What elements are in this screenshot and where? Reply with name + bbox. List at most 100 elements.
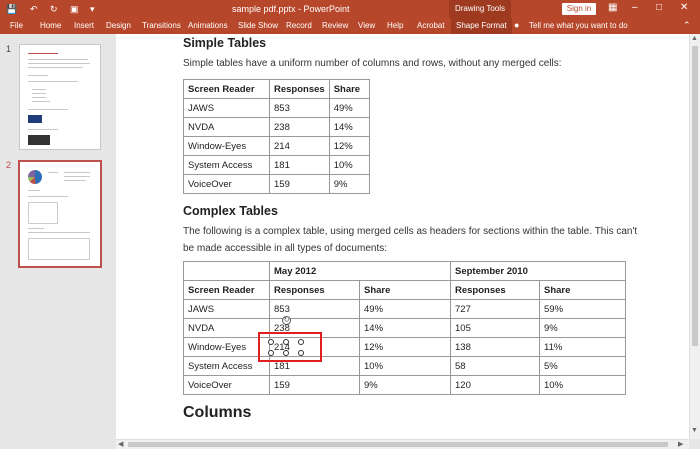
table-cell: JAWS — [183, 98, 270, 118]
table-cell: 9% — [539, 318, 626, 338]
complex-tables-heading: Complex Tables — [183, 204, 278, 218]
simple-table[interactable]: Screen Reader Responses Share JAWS 853 4… — [183, 79, 370, 194]
tab-acrobat[interactable]: Acrobat — [417, 21, 445, 30]
slide-editing-area[interactable]: Simple Tables Simple tables have a unifo… — [116, 34, 700, 439]
save-icon[interactable]: 💾 — [6, 3, 17, 15]
maximize-icon[interactable]: □ — [656, 2, 662, 13]
collapse-ribbon-icon[interactable]: ⌃ — [683, 20, 691, 31]
table-row: NVDA 238 14% 105 9% — [183, 318, 626, 338]
table-cell: 59% — [539, 299, 626, 319]
tab-shape-format[interactable]: Shape Format — [451, 18, 512, 34]
table-cell: 181 — [269, 155, 330, 175]
tab-animations[interactable]: Animations — [188, 21, 228, 30]
slide-canvas[interactable]: Simple Tables Simple tables have a unifo… — [116, 34, 689, 439]
drawing-tools-label: Drawing Tools — [449, 0, 511, 18]
table-header-cell: Responses — [450, 280, 540, 300]
slide-thumbnail-1[interactable] — [19, 44, 101, 150]
tab-review[interactable]: Review — [322, 21, 348, 30]
scrollbar-thumb[interactable] — [128, 442, 668, 447]
table-group-header-cell: May 2012 — [269, 261, 451, 281]
scroll-up-icon[interactable]: ▲ — [691, 35, 698, 42]
table-cell: Window-Eyes — [183, 136, 270, 156]
table-cell: 9% — [359, 375, 451, 395]
table-header-cell: Share — [328, 79, 370, 99]
table-cell: 10% — [328, 155, 370, 175]
table-cell: 58 — [450, 356, 540, 376]
rotate-handle-icon[interactable]: ↻ — [282, 316, 291, 325]
table-cell: 49% — [359, 299, 451, 319]
window-title: sample pdf.pptx - PowerPoint — [232, 4, 350, 14]
table-cell: System Access — [183, 155, 270, 175]
sign-in-button[interactable]: Sign in — [562, 3, 596, 15]
customize-toolbar-icon[interactable]: ▾ — [90, 3, 95, 15]
table-cell: 10% — [359, 356, 451, 376]
ribbon-display-options-icon[interactable]: ▦ — [608, 2, 617, 13]
table-row: JAWS 853 49% 727 59% — [183, 299, 626, 319]
table-cell: System Access — [183, 356, 270, 376]
resize-handle[interactable] — [283, 339, 289, 345]
tab-slide-show[interactable]: Slide Show — [238, 21, 278, 30]
columns-heading: Columns — [183, 404, 252, 421]
table-cell: NVDA — [183, 318, 270, 338]
tab-design[interactable]: Design — [106, 21, 131, 30]
table-cell: 12% — [328, 136, 370, 156]
tab-file[interactable]: File — [10, 21, 23, 30]
table-header-cell: Responses — [269, 280, 360, 300]
table-cell: 14% — [359, 318, 451, 338]
table-cell: Window-Eyes — [183, 337, 270, 357]
complex-tables-paragraph-line2: be made accessible in all types of docum… — [183, 243, 387, 254]
resize-handle[interactable] — [268, 350, 274, 356]
slide-thumbnail-pane: 1 2 — [0, 34, 115, 449]
table-cell: 9% — [328, 174, 370, 194]
table-header-row: Screen Reader Responses Share Responses … — [183, 280, 626, 300]
table-cell: 159 — [269, 174, 330, 194]
table-cell: 10% — [539, 375, 626, 395]
tab-home[interactable]: Home — [40, 21, 61, 30]
table-row: NVDA 238 14% — [183, 117, 370, 137]
redo-icon[interactable]: ↻ — [50, 3, 58, 15]
table-cell: 214 — [269, 136, 330, 156]
scroll-right-icon[interactable]: ▶ — [678, 440, 683, 448]
table-row: System Access 181 10% — [183, 155, 370, 175]
undo-icon[interactable]: ↶ — [30, 3, 38, 15]
table-cell: 5% — [539, 356, 626, 376]
table-row: Window-Eyes 214 12% — [183, 136, 370, 156]
table-cell: 853 — [269, 98, 330, 118]
scrollbar-thumb[interactable] — [692, 46, 698, 346]
minimize-icon[interactable]: – — [632, 2, 638, 13]
resize-handle[interactable] — [283, 350, 289, 356]
slide-thumbnail-2[interactable] — [18, 160, 102, 268]
tab-insert[interactable]: Insert — [74, 21, 94, 30]
tab-transitions[interactable]: Transitions — [142, 21, 181, 30]
tell-me-search[interactable]: Tell me what you want to do — [529, 21, 628, 30]
complex-tables-paragraph-line1: The following is a complex table, using … — [183, 226, 638, 237]
scroll-down-icon[interactable]: ▼ — [691, 427, 698, 434]
table-cell: 11% — [539, 337, 626, 357]
table-cell: JAWS — [183, 299, 270, 319]
table-header-row: Screen Reader Responses Share — [183, 79, 370, 99]
scroll-left-icon[interactable]: ◀ — [118, 440, 123, 448]
table-cell: 238 — [269, 117, 330, 137]
resize-handle[interactable] — [298, 350, 304, 356]
simple-tables-paragraph: Simple tables have a uniform number of c… — [183, 58, 562, 69]
table-cell: 727 — [450, 299, 540, 319]
close-icon[interactable]: ✕ — [680, 2, 688, 13]
table-group-header-cell: September 2010 — [450, 261, 626, 281]
horizontal-scrollbar[interactable]: ◀ ▶ — [116, 439, 689, 449]
tab-help[interactable]: Help — [387, 21, 403, 30]
resize-handle[interactable] — [298, 339, 304, 345]
tab-record[interactable]: Record — [286, 21, 312, 30]
start-from-beginning-icon[interactable]: ▣ — [70, 3, 79, 15]
table-cell: NVDA — [183, 117, 270, 137]
complex-table[interactable]: May 2012 September 2010 Screen Reader Re… — [183, 261, 626, 395]
resize-handle[interactable] — [268, 339, 274, 345]
table-row: VoiceOver 159 9% — [183, 174, 370, 194]
table-cell: 14% — [328, 117, 370, 137]
vertical-scrollbar[interactable]: ▲ ▼ — [689, 34, 700, 439]
title-bar: 💾 ↶ ↻ ▣ ▾ sample pdf.pptx - PowerPoint D… — [0, 0, 700, 18]
table-cell: 138 — [450, 337, 540, 357]
table-cell: 12% — [359, 337, 451, 357]
lightbulb-icon: ● — [514, 20, 520, 30]
tab-view[interactable]: View — [358, 21, 375, 30]
table-header-cell: Share — [539, 280, 626, 300]
